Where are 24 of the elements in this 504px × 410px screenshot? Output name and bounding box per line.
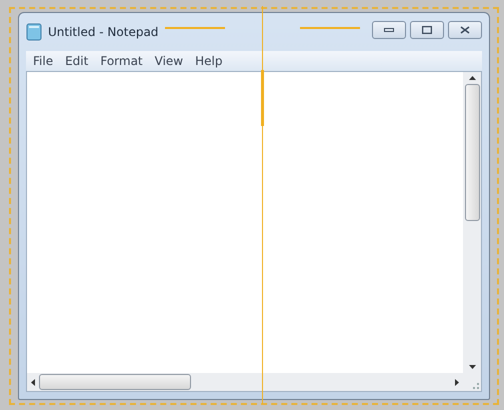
maximize-button[interactable] [410, 21, 444, 39]
maximize-icon [422, 26, 432, 34]
menu-item[interactable]: File [28, 54, 58, 68]
left-arrow-icon [31, 378, 35, 386]
down-arrow-icon [468, 365, 476, 369]
menu-item[interactable]: Edit [60, 54, 94, 68]
minimize-icon [384, 27, 394, 33]
scroll-thumb[interactable] [464, 84, 480, 221]
vertical-scrollbar[interactable] [463, 72, 481, 373]
minimize-button[interactable] [372, 21, 406, 39]
notepad-icon [26, 23, 42, 41]
up-arrow-icon [468, 76, 476, 80]
close-icon [460, 26, 470, 34]
close-button[interactable] [448, 21, 482, 39]
guide-line [165, 27, 225, 29]
menu-item[interactable]: Help [190, 54, 228, 68]
horizontal-scrollbar[interactable] [27, 373, 463, 391]
guide-line [300, 27, 360, 29]
right-arrow-icon [455, 378, 459, 386]
resize-grip-icon[interactable] [473, 383, 479, 389]
menu-item[interactable]: View [150, 54, 188, 68]
window-title: Untitled - Notepad [48, 25, 158, 39]
menu-item[interactable]: Format [95, 54, 148, 68]
scroll-thumb[interactable] [39, 374, 191, 390]
